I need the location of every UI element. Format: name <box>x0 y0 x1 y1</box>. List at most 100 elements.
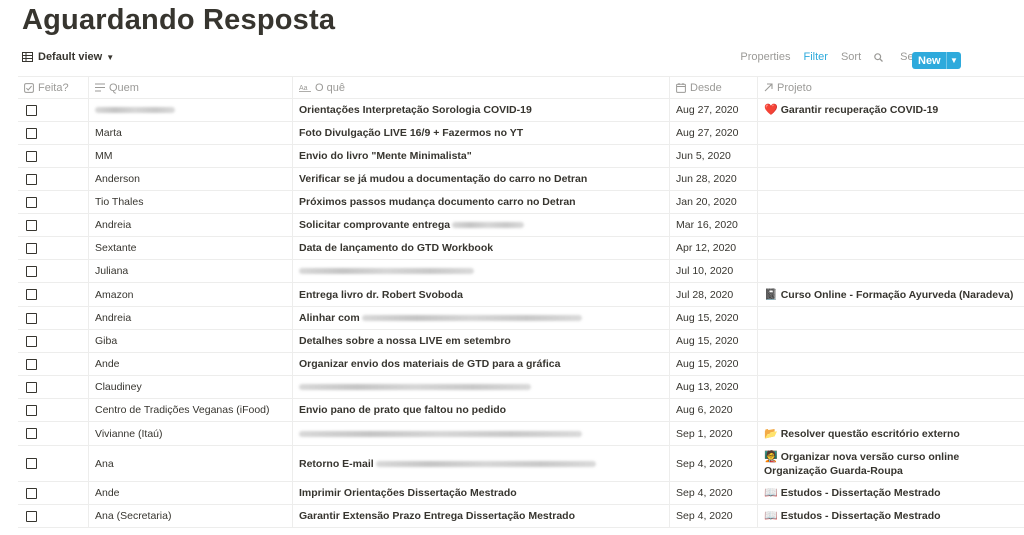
since-cell[interactable]: Sep 1, 2020 <box>670 422 758 445</box>
what-cell[interactable]: Envio do livro "Mente Minimalista" <box>293 145 670 167</box>
what-cell[interactable] <box>293 422 670 445</box>
since-cell[interactable]: Aug 15, 2020 <box>670 307 758 329</box>
since-cell[interactable]: Sep 4, 2020 <box>670 482 758 504</box>
project-cell[interactable] <box>758 260 1024 282</box>
what-cell[interactable]: Envio pano de prato que faltou no pedido <box>293 399 670 421</box>
done-checkbox[interactable] <box>26 150 37 162</box>
project-cell[interactable] <box>758 122 1024 144</box>
what-cell[interactable]: Verificar se já mudou a documentação do … <box>293 168 670 190</box>
table-row[interactable]: Anderson Verificar se já mudou a document… <box>18 168 1024 191</box>
since-cell[interactable]: Apr 12, 2020 <box>670 237 758 259</box>
table-row[interactable]: Andreia Alinhar com Aug 15, 2020 <box>18 307 1024 330</box>
column-header-who[interactable]: Quem <box>89 77 293 98</box>
who-cell[interactable]: Vivianne (Itaú) <box>89 422 293 445</box>
since-cell[interactable]: Aug 15, 2020 <box>670 353 758 375</box>
table-row[interactable]: Amazon Entrega livro dr. Robert Svoboda Ju… <box>18 283 1024 307</box>
what-cell[interactable]: Solicitar comprovante entrega <box>293 214 670 236</box>
table-row[interactable]: Ande Organizar envio dos materiais de GTD… <box>18 353 1024 376</box>
who-cell[interactable]: Claudiney <box>89 376 293 398</box>
table-row[interactable]: Claudiney Aug 13, 2020 <box>18 376 1024 399</box>
done-checkbox[interactable] <box>26 510 37 522</box>
who-cell[interactable]: Ande <box>89 353 293 375</box>
project-cell[interactable] <box>758 168 1024 190</box>
since-cell[interactable]: Aug 13, 2020 <box>670 376 758 398</box>
project-link[interactable]: 📓 Curso Online - Formação Ayurveda (Narad… <box>764 288 1013 302</box>
project-cell[interactable]: 📂 Resolver questão escritório externo <box>758 422 1024 445</box>
since-cell[interactable]: Aug 27, 2020 <box>670 99 758 121</box>
since-cell[interactable]: Aug 27, 2020 <box>670 122 758 144</box>
who-cell[interactable]: Ana (Secretaria) <box>89 505 293 527</box>
done-checkbox[interactable] <box>26 458 37 469</box>
new-dropdown-chevron-icon[interactable]: ▼ <box>946 52 961 69</box>
who-cell[interactable]: Marta <box>89 122 293 144</box>
who-cell[interactable] <box>89 99 293 121</box>
table-row[interactable]: Centro de Tradições Veganas (iFood) Envio… <box>18 399 1024 422</box>
what-cell[interactable] <box>293 376 670 398</box>
table-row[interactable]: MM Envio do livro "Mente Minimalista" Jun … <box>18 145 1024 168</box>
who-cell[interactable]: Giba <box>89 330 293 352</box>
what-cell[interactable]: Garantir Extensão Prazo Entrega Disserta… <box>293 505 670 527</box>
done-checkbox[interactable] <box>26 428 37 439</box>
who-cell[interactable]: Andreia <box>89 307 293 329</box>
done-checkbox[interactable] <box>26 335 37 347</box>
since-cell[interactable]: Sep 4, 2020 <box>670 505 758 527</box>
since-cell[interactable]: Aug 15, 2020 <box>670 330 758 352</box>
project-cell[interactable] <box>758 191 1024 213</box>
since-cell[interactable]: Jul 28, 2020 <box>670 283 758 306</box>
table-row[interactable]: Ande Imprimir Orientações Dissertação Mes… <box>18 482 1024 505</box>
what-cell[interactable]: Orientações Interpretação Sorologia COVI… <box>293 99 670 121</box>
who-cell[interactable]: Amazon <box>89 283 293 306</box>
who-cell[interactable]: Anderson <box>89 168 293 190</box>
properties-button[interactable]: Properties <box>740 51 790 63</box>
since-cell[interactable]: Jul 10, 2020 <box>670 260 758 282</box>
table-row[interactable]: Sextante Data de lançamento do GTD Workbo… <box>18 237 1024 260</box>
who-cell[interactable]: Juliana <box>89 260 293 282</box>
column-header-since[interactable]: Desde <box>670 77 758 98</box>
done-checkbox[interactable] <box>26 404 37 416</box>
since-cell[interactable]: Mar 16, 2020 <box>670 214 758 236</box>
project-cell[interactable]: 📓 Curso Online - Formação Ayurveda (Narad… <box>758 283 1024 306</box>
table-row[interactable]: Ana (Secretaria) Garantir Extensão Prazo … <box>18 505 1024 528</box>
who-cell[interactable]: MM <box>89 145 293 167</box>
what-cell[interactable]: Entrega livro dr. Robert Svoboda <box>293 283 670 306</box>
project-link[interactable]: ❤️ Garantir recuperação COVID-19 <box>764 103 938 117</box>
done-checkbox[interactable] <box>26 219 37 231</box>
column-header-done[interactable]: Feita? <box>18 77 89 98</box>
done-checkbox[interactable] <box>26 381 37 393</box>
table-row[interactable]: Vivianne (Itaú) Sep 1, 2020 📂 Resolver ques… <box>18 422 1024 446</box>
done-checkbox[interactable] <box>26 289 37 300</box>
new-button[interactable]: New ▼ <box>912 52 961 69</box>
project-cell[interactable] <box>758 376 1024 398</box>
table-row[interactable]: Ana Retorno E-mail Sep 4, 2020 🧑‍🏫 Organizar… <box>18 446 1024 482</box>
who-cell[interactable]: Tio Thales <box>89 191 293 213</box>
column-header-what[interactable]: Aa O quê <box>293 77 670 98</box>
what-cell[interactable]: Retorno E-mail <box>293 446 670 481</box>
column-header-project[interactable]: Projeto <box>758 77 1024 98</box>
table-row[interactable]: Juliana Jul 10, 2020 <box>18 260 1024 283</box>
project-cell[interactable]: ❤️ Garantir recuperação COVID-19 <box>758 99 1024 121</box>
what-cell[interactable]: Próximos passos mudança documento carro … <box>293 191 670 213</box>
project-cell[interactable] <box>758 307 1024 329</box>
done-checkbox[interactable] <box>26 127 37 139</box>
done-checkbox[interactable] <box>26 312 37 324</box>
what-cell[interactable]: Foto Divulgação LIVE 16/9 + Fazermos no … <box>293 122 670 144</box>
table-row[interactable]: Marta Foto Divulgação LIVE 16/9 + Fazermo… <box>18 122 1024 145</box>
since-cell[interactable]: Jan 20, 2020 <box>670 191 758 213</box>
done-checkbox[interactable] <box>26 196 37 208</box>
project-cell[interactable] <box>758 330 1024 352</box>
since-cell[interactable]: Sep 4, 2020 <box>670 446 758 481</box>
what-cell[interactable]: Data de lançamento do GTD Workbook <box>293 237 670 259</box>
since-cell[interactable]: Jun 5, 2020 <box>670 145 758 167</box>
who-cell[interactable]: Andreia <box>89 214 293 236</box>
what-cell[interactable]: Organizar envio dos materiais de GTD par… <box>293 353 670 375</box>
what-cell[interactable] <box>293 260 670 282</box>
who-cell[interactable]: Ande <box>89 482 293 504</box>
who-cell[interactable]: Ana <box>89 446 293 481</box>
done-checkbox[interactable] <box>26 265 37 277</box>
project-link[interactable]: 📖 Estudos - Dissertação Mestrado <box>764 509 941 523</box>
project-link[interactable]: 📂 Resolver questão escritório externo <box>764 427 960 441</box>
project-cell[interactable] <box>758 145 1024 167</box>
done-checkbox[interactable] <box>26 487 37 499</box>
who-cell[interactable]: Sextante <box>89 237 293 259</box>
project-cell[interactable]: 📖 Estudos - Dissertação Mestrado <box>758 482 1024 504</box>
